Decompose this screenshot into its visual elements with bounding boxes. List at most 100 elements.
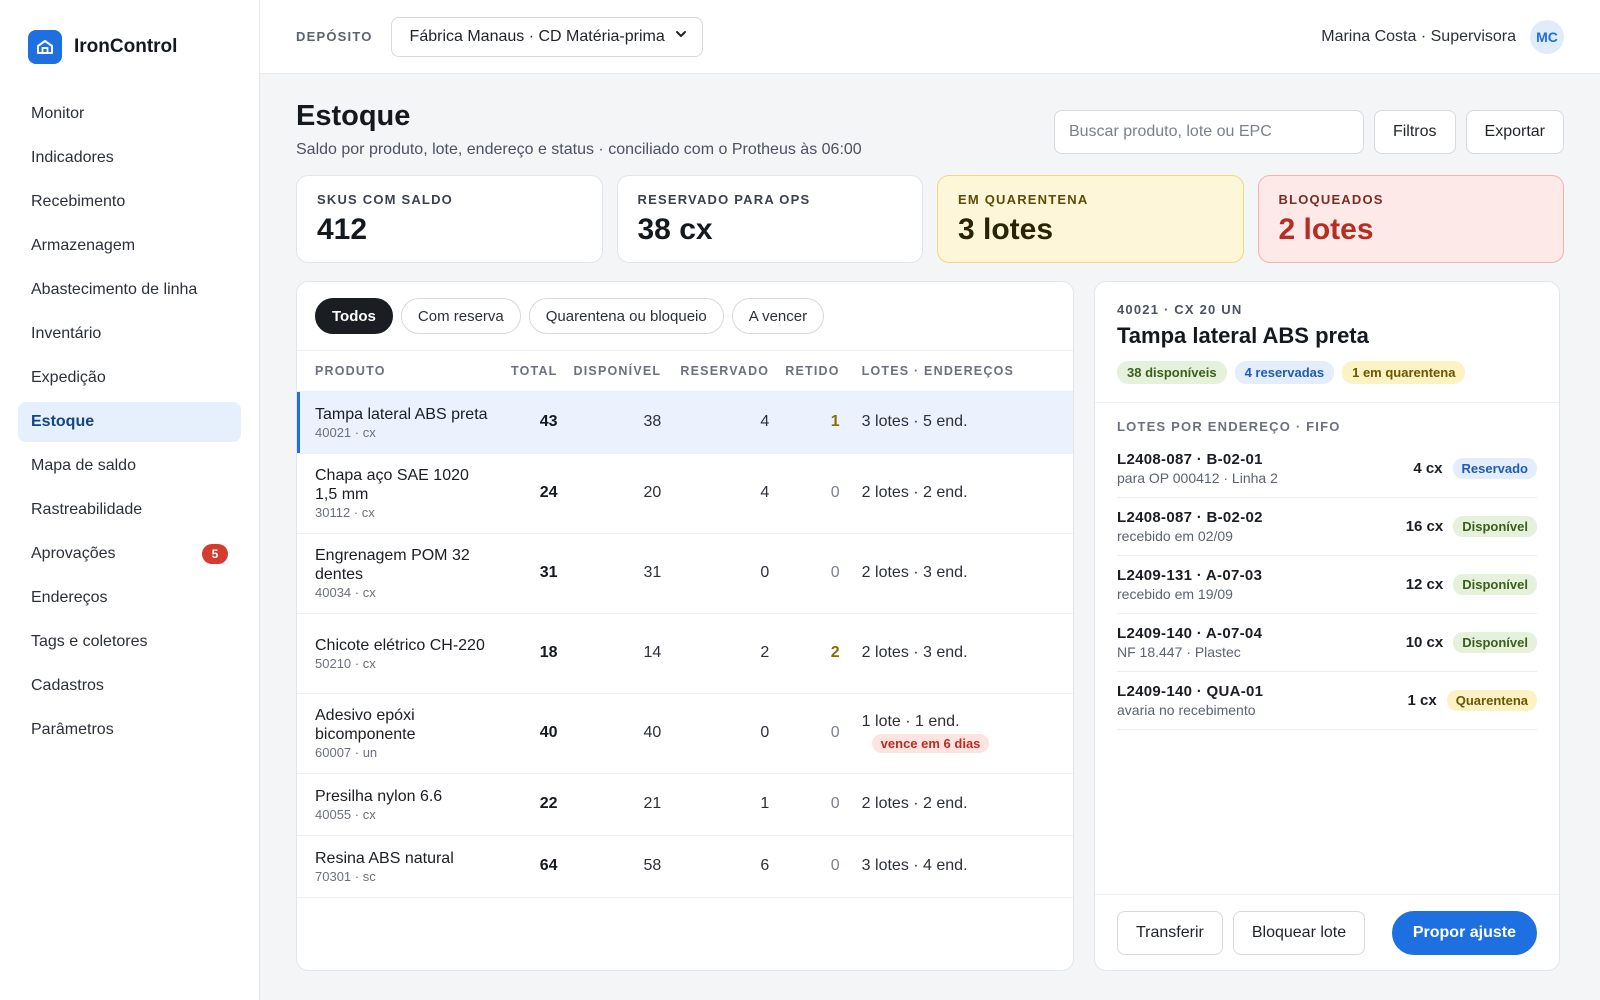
table-row[interactable]: Presilha nylon 6.6 40055 · cx 22 21 1 0 2 lote…: [297, 773, 1073, 836]
block-lot-button[interactable]: Bloquear lote: [1232, 910, 1366, 955]
search-input[interactable]: [1053, 110, 1364, 154]
reserved-cell: 4: [669, 391, 778, 454]
sidebar-item-cadastros[interactable]: Cadastros: [18, 666, 241, 706]
available-cell: 14: [565, 613, 670, 694]
avatar[interactable]: MC: [1530, 19, 1564, 54]
sidebar-item-label: Estoque: [31, 413, 95, 430]
deposit-select[interactable]: Fábrica Manaus · CD Matéria-prima: [390, 16, 703, 57]
table-row[interactable]: Tampa lateral ABS preta 40021 · cx 43 38 4 1 3…: [297, 391, 1073, 454]
lot-info: L2408-087 · B-02-01 para OP 000412 · Linh…: [1117, 451, 1278, 486]
lot-item[interactable]: L2409-140 · A-07-04 NF 18.447 · Plastec 10…: [1117, 614, 1537, 672]
filter-chip[interactable]: Todos: [315, 298, 393, 334]
sidebar-item-inventario[interactable]: Inventário: [18, 314, 241, 354]
lot-status-badge: Quarentena: [1446, 690, 1537, 711]
available-cell: 20: [565, 453, 670, 534]
lot-info: L2408-087 · B-02-02 recebido em 02/09: [1117, 509, 1263, 544]
lot-status-badge: Disponível: [1453, 574, 1537, 595]
total-cell: 18: [503, 613, 566, 694]
table-row[interactable]: Engrenagem POM 32 dentes 40034 · cx 31 31 0 0…: [297, 533, 1073, 614]
product-name: Resina ABS natural: [315, 849, 454, 867]
kpi-value: 38 cx: [637, 213, 713, 246]
table-row[interactable]: Adesivo epóxi bicomponente 60007 · un 40 40…: [297, 693, 1073, 774]
filter-chip[interactable]: Com reserva: [400, 298, 521, 334]
sidebar-nav: Monitor Indicadores Recebimento Armazenagem…: [18, 94, 241, 750]
lot-item[interactable]: L2409-140 · QUA-01 avaria no recebimento 1…: [1117, 672, 1537, 730]
available-cell: 40: [565, 693, 670, 774]
sidebar-item-rastreabilidade[interactable]: Rastreabilidade: [18, 490, 241, 530]
lot-id: L2408-087 · B-02-02: [1117, 509, 1263, 526]
export-button[interactable]: Exportar: [1465, 110, 1564, 154]
held-cell: 0: [777, 533, 848, 614]
lots-summary: 3 lotes · 5 end.: [861, 413, 968, 430]
lot-item[interactable]: L2409-131 · A-07-03 recebido em 19/09 12 c…: [1117, 556, 1537, 614]
sidebar-item-mapa-de-saldo[interactable]: Mapa de saldo: [18, 446, 241, 486]
lot-meta: 1 cx Quarentena: [1408, 690, 1537, 711]
transfer-button[interactable]: Transferir: [1117, 910, 1223, 955]
lot-meta: 12 cx Disponível: [1406, 574, 1537, 595]
kpi-card: RESERVADO PARA OPS 38 cx: [616, 175, 923, 263]
sidebar-item-indicadores[interactable]: Indicadores: [18, 138, 241, 178]
sidebar-item-abastecimento-de-linha[interactable]: Abastecimento de linha: [18, 270, 241, 310]
status-pill: 4 reservadas: [1234, 361, 1335, 384]
kpi-card: SKUS COM SALDO 412: [296, 175, 603, 263]
product-name: Adesivo epóxi bicomponente: [315, 707, 416, 743]
available-cell: 38: [565, 391, 670, 454]
sidebar-item-expedicao[interactable]: Expedição: [18, 358, 241, 398]
lot-note: recebido em 19/09: [1117, 586, 1233, 602]
product-name: Presilha nylon 6.6: [315, 787, 443, 805]
propose-adjustment-button[interactable]: Propor ajuste: [1391, 910, 1537, 955]
table-row[interactable]: Chapa aço SAE 1020 1,5 mm 30112 · cx 24 20 4…: [297, 453, 1073, 534]
held-cell: 2: [777, 613, 848, 694]
sidebar-item-estoque[interactable]: Estoque: [18, 402, 241, 442]
status-pill: 1 em quarentena: [1342, 361, 1466, 384]
page-title: Estoque: [296, 100, 411, 132]
expiry-badge: vence em 6 dias: [871, 734, 990, 753]
lots-section-label: LOTES POR ENDEREÇO · FIFO: [1117, 419, 1341, 434]
table-row[interactable]: Resina ABS natural 70301 · sc 64 58 6 0 3 lote…: [297, 835, 1073, 898]
sidebar-item-recebimento[interactable]: Recebimento: [18, 182, 241, 222]
col-available[interactable]: DISPONÍVEL: [565, 351, 670, 392]
lots-summary: 2 lotes · 3 end.: [861, 644, 968, 661]
kpi-card: BLOQUEADOS 2 lotes: [1257, 175, 1564, 263]
deposit-select-value: Fábrica Manaus · CD Matéria-prima: [409, 27, 665, 45]
sidebar-item-armazenagem[interactable]: Armazenagem: [18, 226, 241, 266]
sidebar-item-label: Tags e coletores: [31, 633, 148, 650]
col-total[interactable]: TOTAL: [503, 351, 566, 392]
deposit-label: DEPÓSITO: [296, 29, 373, 44]
product-code: 70301 · sc: [315, 868, 376, 884]
detail-panel: 40021 · CX 20 UN Tampa lateral ABS preta…: [1094, 281, 1560, 971]
col-product[interactable]: PRODUTO: [297, 351, 503, 392]
sidebar-item-enderecos[interactable]: Endereços: [18, 578, 241, 618]
sidebar-item-tags-e-coletores[interactable]: Tags e coletores: [18, 622, 241, 662]
table-row[interactable]: Chicote elétrico CH-220 50210 · cx 18 14 2 2 2…: [297, 613, 1073, 694]
filter-chip[interactable]: A vencer: [731, 298, 825, 334]
sidebar-item-monitor[interactable]: Monitor: [18, 94, 241, 134]
lot-item[interactable]: L2408-087 · B-02-02 recebido em 02/09 16 c…: [1117, 498, 1537, 556]
lot-item[interactable]: L2408-087 · B-02-01 para OP 000412 · Linh…: [1117, 440, 1537, 498]
lot-note: recebido em 02/09: [1117, 528, 1233, 544]
sidebar-item-aprovacoes[interactable]: Aprovações 5: [18, 534, 241, 574]
kpi-row: SKUS COM SALDO 412 RESERVADO PARA OPS 38 cx…: [296, 175, 1564, 263]
col-reserved[interactable]: RESERVADO: [669, 351, 778, 392]
filter-chip[interactable]: Quarentena ou bloqueio: [528, 298, 724, 334]
lot-quantity: 10 cx: [1405, 634, 1444, 651]
sidebar-item-label: Armazenagem: [31, 237, 136, 254]
lot-quantity: 4 cx: [1413, 460, 1443, 477]
total-cell: 64: [503, 835, 566, 898]
lot-meta: 16 cx Disponível: [1406, 516, 1537, 537]
kpi-label: BLOQUEADOS: [1278, 192, 1384, 207]
sidebar-item-parametros[interactable]: Parâmetros: [18, 710, 241, 750]
reserved-cell: 4: [669, 453, 778, 534]
kpi-label: RESERVADO PARA OPS: [637, 192, 811, 207]
product-code: 40055 · cx: [315, 806, 376, 822]
total-cell: 31: [503, 533, 566, 614]
col-held[interactable]: RETIDO: [777, 351, 848, 392]
col-lots[interactable]: LOTES · ENDEREÇOS: [847, 351, 1073, 392]
total-cell: 22: [503, 773, 566, 836]
lot-quantity: 16 cx: [1405, 518, 1444, 535]
filters-button[interactable]: Filtros: [1373, 110, 1456, 154]
brand[interactable]: IronControl: [18, 26, 241, 94]
lot-info: L2409-140 · A-07-04 NF 18.447 · Plastec: [1117, 625, 1262, 660]
page-subtitle: Saldo por produto, lote, endereço e stat…: [296, 141, 862, 158]
lot-id: L2409-140 · QUA-01: [1117, 683, 1264, 700]
